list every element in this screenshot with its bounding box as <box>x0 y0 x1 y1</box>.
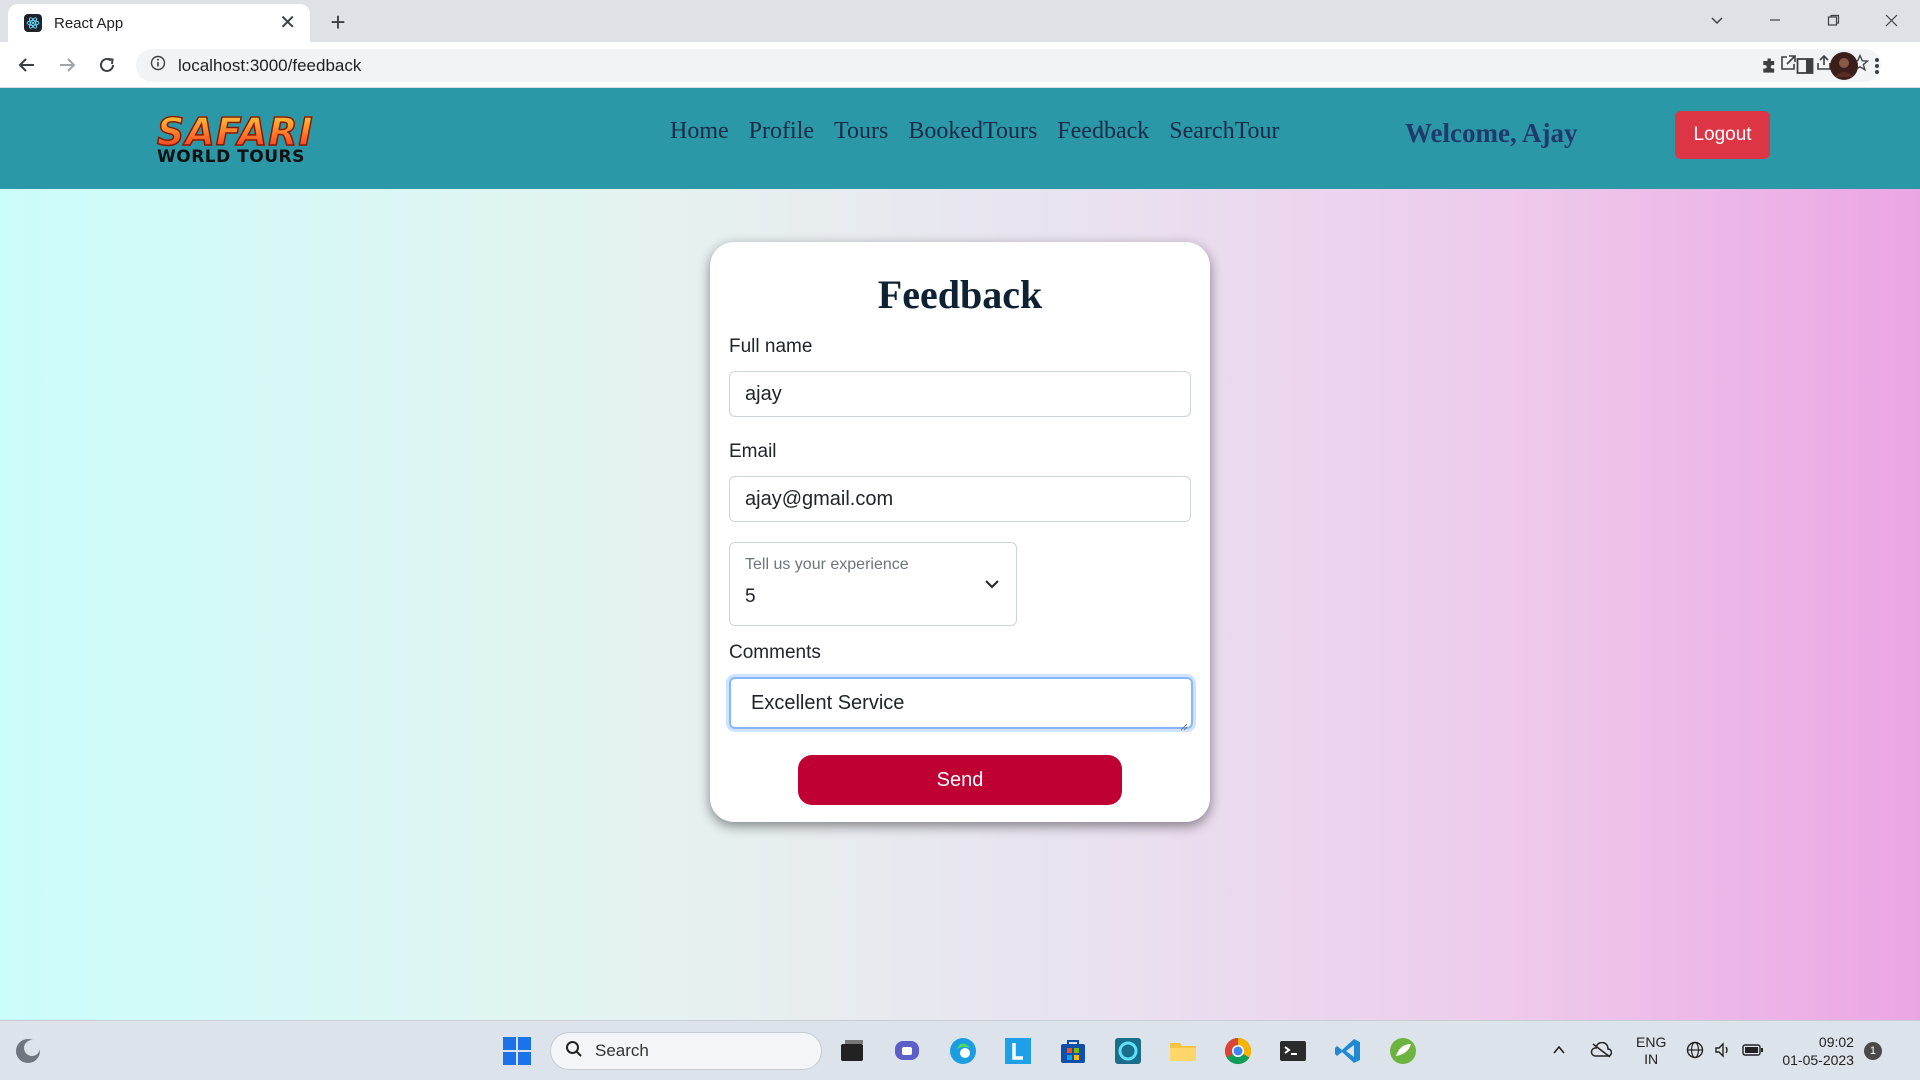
profile-avatar[interactable] <box>1830 52 1858 85</box>
page-background: Feedback Full name ajay Email ajay@gmail… <box>0 189 1920 1020</box>
search-icon <box>565 1040 583 1063</box>
notification-badge[interactable]: 1 <box>1863 1042 1882 1060</box>
nav-link-searchtour[interactable]: SearchTour <box>1169 118 1279 145</box>
onedrive-icon[interactable] <box>1590 1041 1613 1061</box>
windows-start-icon[interactable] <box>497 1031 537 1071</box>
teams-chat-icon[interactable] <box>887 1031 927 1071</box>
restore-icon[interactable] <box>1804 0 1862 40</box>
browser-menu-icon[interactable] <box>1874 56 1880 81</box>
welcome-message: Welcome, Ajay <box>1405 118 1578 148</box>
volume-icon[interactable] <box>1714 1041 1732 1062</box>
vscode-icon[interactable] <box>1328 1031 1368 1071</box>
forward-icon[interactable] <box>51 49 83 81</box>
task-view-icon[interactable] <box>832 1031 872 1071</box>
chevron-down-icon <box>984 576 1000 597</box>
address-bar[interactable]: localhost:3000/feedback <box>136 49 1881 82</box>
url-text: localhost:3000/feedback <box>178 55 362 75</box>
experience-select-value: 5 <box>745 586 756 607</box>
tab-title: React App <box>54 14 124 32</box>
nav-link-profile[interactable]: Profile <box>749 118 814 145</box>
weather-widget-icon[interactable] <box>8 1031 48 1071</box>
email-label: Email <box>729 441 777 462</box>
site-info-icon[interactable] <box>150 55 166 76</box>
window-controls <box>1688 0 1920 42</box>
browser-tab[interactable]: React App ✕ <box>8 4 310 42</box>
page-title: Feedback <box>877 272 1043 317</box>
tab-search-icon[interactable] <box>1688 0 1746 40</box>
language-top: ENG <box>1636 1034 1667 1050</box>
reload-icon[interactable] <box>91 49 123 81</box>
edge-browser-icon[interactable] <box>943 1031 983 1071</box>
back-icon[interactable] <box>11 49 43 81</box>
browser-toolbar: localhost:3000/feedback <box>0 42 1920 88</box>
browser-tabstrip: React App ✕ + <box>0 0 1920 42</box>
l-app-icon[interactable] <box>998 1031 1038 1071</box>
nav-link-home[interactable]: Home <box>670 118 729 145</box>
send-button[interactable]: Send <box>798 755 1122 805</box>
clock-date: 01-05-2023 <box>1782 1052 1854 1068</box>
network-globe-icon[interactable] <box>1686 1041 1704 1062</box>
comments-label: Comments <box>729 642 821 663</box>
react-favicon-icon <box>24 14 42 32</box>
taskbar-search[interactable]: Search <box>550 1032 822 1070</box>
tab-close-icon[interactable]: ✕ <box>279 13 296 33</box>
language-bottom: IN <box>1644 1051 1659 1067</box>
nav-links: Home Profile Tours BookedTours Feedback … <box>670 118 1280 145</box>
resize-grip-icon[interactable] <box>1178 714 1188 731</box>
safari-world-tours-logo[interactable]: SAFARI WORLD TOURS <box>156 110 314 167</box>
logo-subtitle: WORLD TOURS <box>157 147 305 167</box>
nav-link-bookedtours[interactable]: BookedTours <box>908 118 1037 145</box>
taskbar-search-placeholder: Search <box>595 1041 649 1060</box>
comments-textarea[interactable]: Excellent Service <box>729 677 1193 731</box>
comments-text: Excellent Service <box>751 691 905 714</box>
email-input[interactable]: ajay@gmail.com <box>729 476 1191 522</box>
nav-link-tours[interactable]: Tours <box>834 118 888 145</box>
experience-select[interactable]: Tell us your experience 5 <box>729 542 1017 626</box>
fullname-label: Full name <box>729 336 813 357</box>
clock-time: 09:02 <box>1818 1034 1854 1050</box>
chrome-icon[interactable] <box>1218 1031 1258 1071</box>
feedback-card: Feedback Full name ajay Email ajay@gmail… <box>710 242 1210 822</box>
new-tab-icon[interactable]: + <box>322 6 354 38</box>
system-tray: ENG IN 09:02 01-05-2023 1 <box>1552 1021 1882 1080</box>
spring-tool-icon[interactable] <box>1383 1031 1423 1071</box>
side-panel-icon[interactable] <box>1796 57 1814 80</box>
chevron-up-icon[interactable] <box>1552 1043 1566 1060</box>
language-indicator[interactable]: ENG IN <box>1636 1034 1666 1068</box>
file-explorer-icon[interactable] <box>1163 1031 1203 1071</box>
cortana-ring-icon[interactable] <box>1108 1031 1148 1071</box>
microsoft-store-icon[interactable] <box>1053 1031 1093 1071</box>
clock[interactable]: 09:02 01-05-2023 <box>1782 1033 1854 1069</box>
windows-taskbar: Search ENG IN 09:02 01-05-2023 1 <box>0 1020 1920 1080</box>
logout-button[interactable]: Logout <box>1675 111 1770 159</box>
fullname-input[interactable]: ajay <box>729 371 1191 417</box>
battery-icon[interactable] <box>1742 1043 1764 1060</box>
close-window-icon[interactable] <box>1862 0 1920 40</box>
nav-link-feedback[interactable]: Feedback <box>1057 118 1149 145</box>
minimize-icon[interactable] <box>1746 0 1804 40</box>
experience-select-label: Tell us your experience <box>745 556 909 573</box>
terminal-icon[interactable] <box>1273 1031 1313 1071</box>
app-navbar: SAFARI WORLD TOURS Home Profile Tours Bo… <box>0 88 1920 189</box>
puzzle-extensions-icon[interactable] <box>1760 56 1780 81</box>
toolbar-actions <box>1760 52 1880 85</box>
logo-title: SAFARI <box>156 110 314 154</box>
